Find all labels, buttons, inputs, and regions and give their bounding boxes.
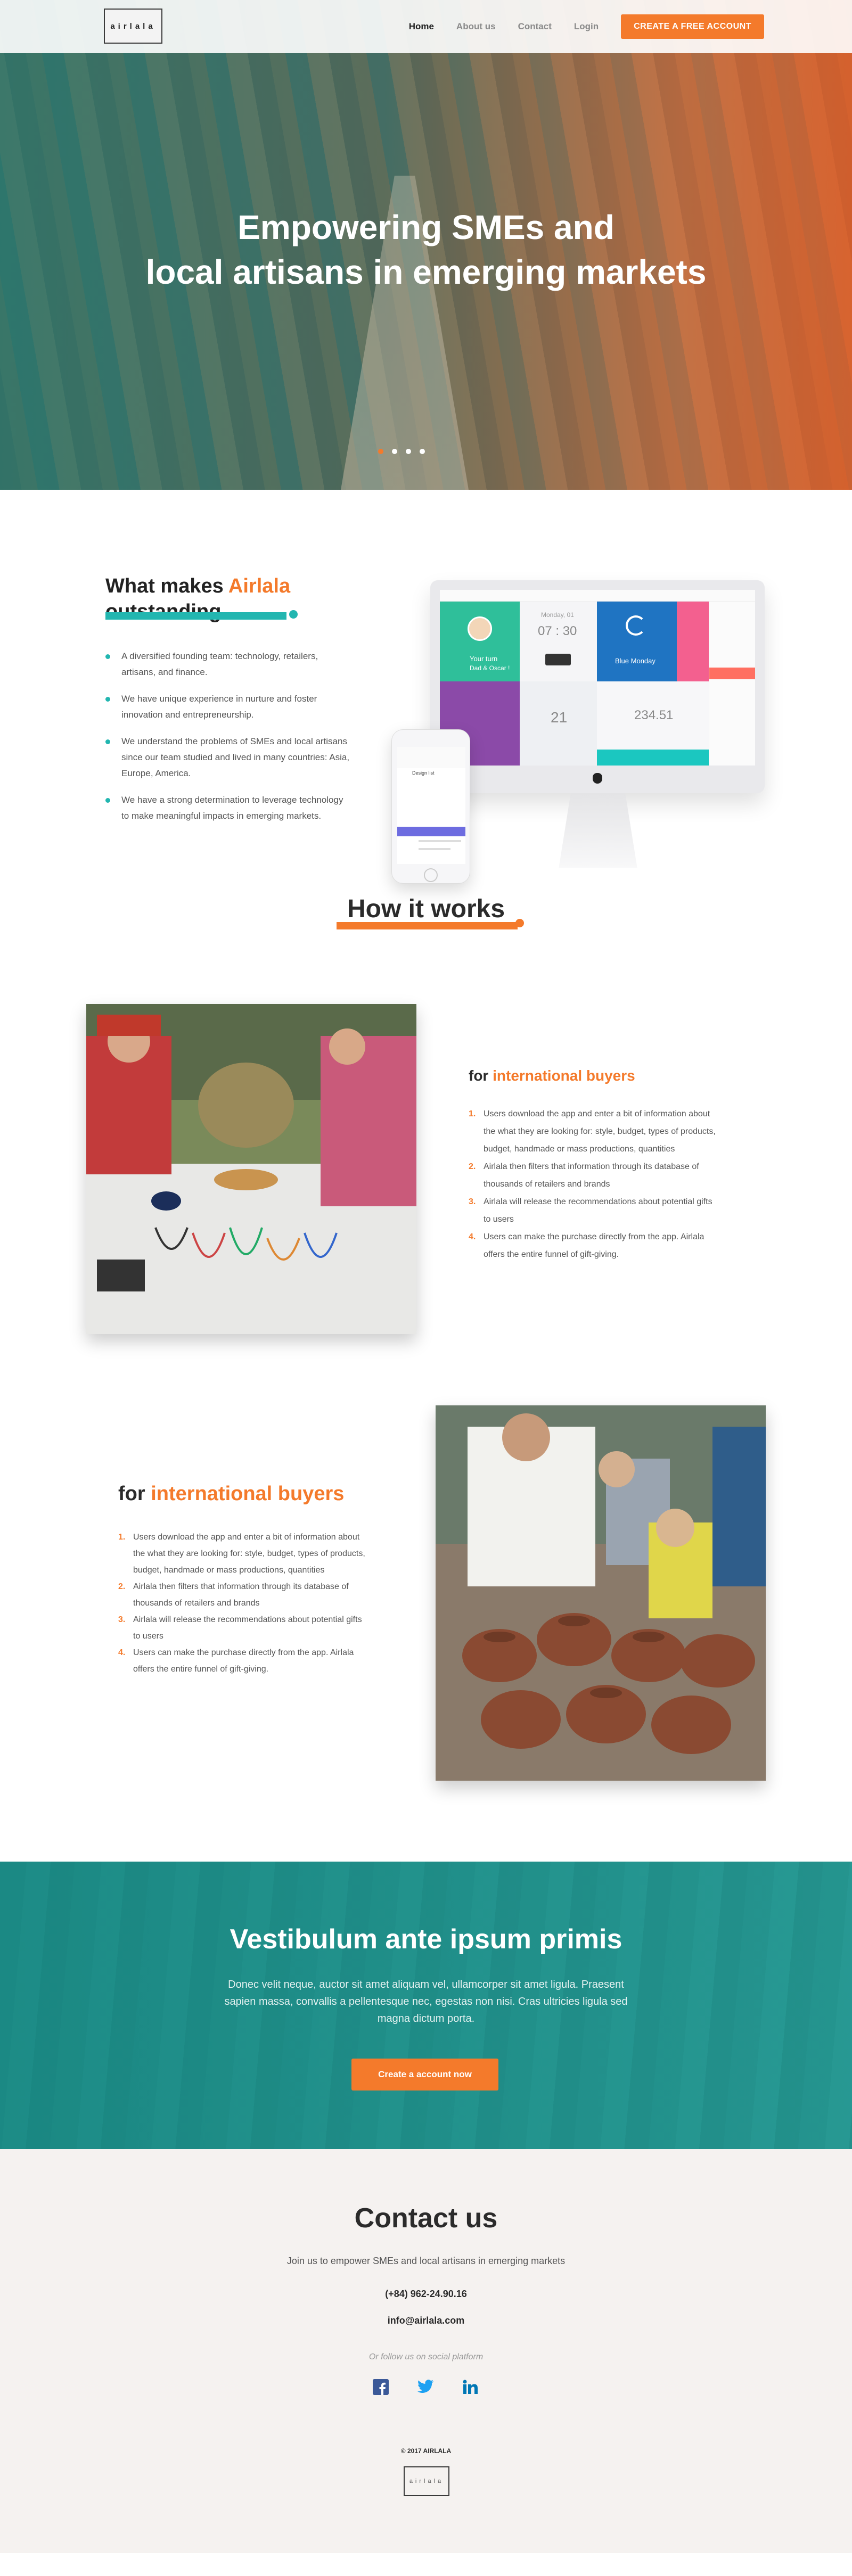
create-account-button[interactable]: Create a account now — [351, 2059, 498, 2091]
step-2-title-highlight: international buyers — [151, 1483, 345, 1505]
clock-time: 07 : 30 — [538, 624, 577, 638]
weather-tile: Blue Monday — [597, 602, 677, 681]
pottery-market-photo — [436, 1405, 766, 1781]
desktop-mockup: Your turn Dad & Oscar ! Monday, 01 07 : … — [430, 580, 765, 793]
cta-section: Vestibulum ante ipsum primis Donec velit… — [0, 1862, 852, 2149]
list-item: Airlala then filters that information th… — [469, 1158, 699, 1189]
phone-screen: Design list — [397, 747, 465, 864]
linkedin-icon[interactable] — [461, 2378, 479, 2396]
list-item: We have a strong determination to levera… — [105, 792, 350, 824]
facebook-icon[interactable] — [372, 2378, 390, 2396]
footer-logo[interactable]: airlala — [404, 2466, 449, 2496]
how-it-works-title: How it works — [347, 895, 505, 923]
nav-contact[interactable]: Contact — [518, 21, 552, 32]
list-item: Users can make the purchase directly fro… — [469, 1228, 704, 1259]
phone-mockup: Design list — [391, 729, 470, 884]
apple-icon — [593, 773, 602, 784]
footer-logo-text: airlala — [409, 2478, 444, 2484]
hero-title: Empowering SMEs and local artisans in em… — [0, 205, 852, 294]
step-1-title-highlight: international buyers — [493, 1067, 635, 1084]
contact-title: Contact us — [354, 2203, 498, 2234]
slider-dot-4[interactable] — [420, 449, 425, 454]
slider-dot-2[interactable] — [392, 449, 397, 454]
profile-tile: Your turn Dad & Oscar ! — [440, 602, 520, 681]
contact-phone[interactable]: (+84) 962-24.90.16 — [0, 2289, 852, 2300]
mockup-screen: Your turn Dad & Oscar ! Monday, 01 07 : … — [440, 590, 755, 766]
nav-about-us[interactable]: About us — [456, 21, 496, 32]
step-2-title: for international buyers — [118, 1483, 344, 1505]
contact-subtitle: Join us to empower SMEs and local artisa… — [286, 2256, 566, 2266]
nav-home[interactable]: Home — [409, 21, 434, 32]
outstanding-list: A diversified founding team: technology,… — [105, 648, 350, 835]
step-1-title-prefix: for — [469, 1067, 489, 1084]
slider-dots — [378, 449, 425, 454]
contact-email[interactable]: info@airlala.com — [0, 2315, 852, 2326]
contact-section: Contact us Join us to empower SMEs and l… — [0, 2149, 852, 2553]
how-title-underline-dot — [515, 919, 524, 927]
list-item: Airlala will release the recommendations… — [469, 1193, 712, 1224]
top-navigation: airlala Home About us Contact Login CREA… — [0, 0, 852, 53]
main-menu: Home About us Contact Login CREATE A FRE… — [409, 14, 764, 39]
stat-value: 234.51 — [634, 708, 674, 722]
step-2-title-prefix: for — [118, 1483, 145, 1505]
logo-text: airlala — [110, 21, 156, 31]
list-item: We understand the problems of SMEs and l… — [105, 734, 350, 781]
slider-dot-3[interactable] — [406, 449, 411, 454]
step-section-2: for international buyers Users download … — [0, 1405, 852, 1862]
clock-tile: Monday, 01 07 : 30 — [520, 602, 597, 681]
twitter-icon[interactable] — [416, 2378, 435, 2396]
temp-value: 21 — [551, 709, 568, 726]
step-1-title: for international buyers — [469, 1067, 635, 1084]
slider-dot-1[interactable] — [378, 449, 383, 454]
hero-section: Empowering SMEs and local artisans in em… — [0, 0, 852, 490]
list-item: Users download the app and enter a bit o… — [469, 1105, 716, 1154]
cta-title: Vestibulum ante ipsum primis — [230, 1924, 622, 1955]
side-menu — [709, 602, 755, 766]
follow-text: Or follow us on social platform — [368, 2352, 484, 2361]
copyright: © 2017 AIRLALA — [400, 2447, 452, 2455]
artisan-market-photo — [86, 1004, 416, 1334]
how-title-underline — [337, 922, 518, 929]
monitor-stand — [559, 793, 637, 868]
title-underline — [105, 612, 286, 620]
list-item: Airlala will release the recommendations… — [118, 1611, 362, 1641]
cta-body: Donec velit neque, auctor sit amet aliqu… — [224, 1979, 628, 2024]
list-item: Airlala then filters that information th… — [118, 1578, 349, 1608]
list-item: A diversified founding team: technology,… — [105, 648, 350, 680]
list-item: We have unique experience in nurture and… — [105, 691, 350, 723]
weather-label: Blue Monday — [615, 657, 656, 665]
outstanding-title-brand: Airlala — [228, 575, 291, 597]
step-2-list: Users download the app and enter a bit o… — [118, 1529, 371, 1677]
logo[interactable]: airlala — [104, 9, 162, 44]
profile-sub: Dad & Oscar ! — [470, 664, 510, 672]
list-item: Users can make the purchase directly fro… — [118, 1644, 354, 1674]
create-free-account-button[interactable]: CREATE A FREE ACCOUNT — [621, 14, 764, 39]
list-item: Users download the app and enter a bit o… — [118, 1529, 365, 1575]
outstanding-title-prefix: What makes — [105, 575, 224, 597]
how-it-works-section: How it works — [0, 894, 852, 995]
social-links — [372, 2378, 479, 2396]
phone-home-button — [424, 868, 438, 882]
phone-title: Design list — [412, 770, 435, 776]
hero-title-line-2: local artisans in emerging markets — [145, 253, 707, 291]
step-section-1: for international buyers Users download … — [0, 995, 852, 1405]
title-underline-dot — [289, 610, 298, 619]
nav-login[interactable]: Login — [574, 21, 599, 32]
step-1-list: Users download the app and enter a bit o… — [469, 1105, 722, 1263]
hero-title-line-1: Empowering SMEs and — [237, 208, 615, 246]
outstanding-section: What makes Airlala outstanding. A divers… — [0, 490, 852, 894]
clock-date: Monday, 01 — [541, 611, 574, 619]
profile-name: Your turn — [470, 655, 498, 663]
